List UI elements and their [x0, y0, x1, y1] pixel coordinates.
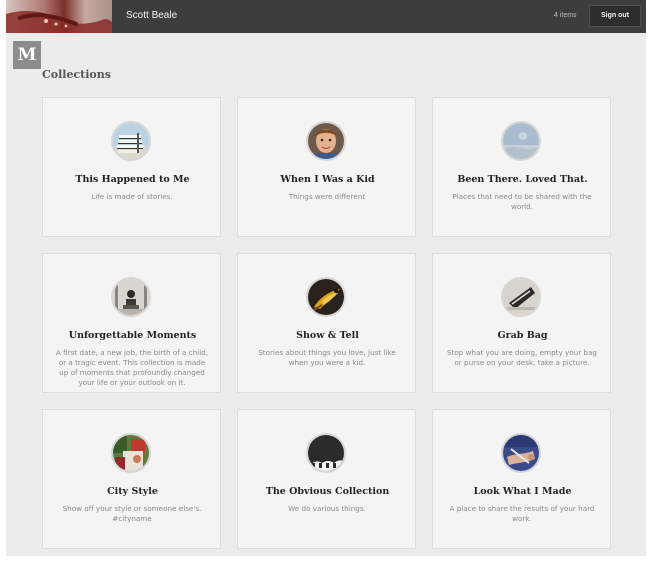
collection-description: Places that need to be shared with the w… — [452, 192, 592, 211]
collection-card[interactable]: Been There. Loved That. Places that need… — [432, 97, 611, 237]
collection-description: Show off your style or someone else's. #… — [62, 504, 202, 523]
page-title: Collections — [42, 68, 111, 81]
collection-title: This Happened to Me — [75, 174, 190, 185]
stacked-books-image — [111, 121, 151, 161]
collection-card[interactable]: City Style Show off your style or someon… — [42, 409, 221, 549]
collection-card[interactable]: Look What I Made A place to share the re… — [432, 409, 611, 549]
collection-title: City Style — [107, 486, 158, 497]
handmade-craft-image — [501, 433, 541, 473]
collection-title: Unforgettable Moments — [68, 330, 197, 341]
item-count: 4 items — [554, 12, 577, 19]
bag-contents-image — [501, 277, 541, 317]
collection-title: Look What I Made — [473, 486, 572, 497]
top-bar: Scott Beale 4 items Sign out — [6, 0, 646, 33]
header-cover-photo — [6, 0, 112, 33]
sign-out-button[interactable]: Sign out — [589, 5, 641, 27]
collection-description: Stories about things you love, just like… — [258, 348, 396, 367]
collection-card[interactable]: Show & Tell Stories about things you lov… — [237, 253, 416, 393]
collection-card[interactable]: This Happened to Me Life is made of stor… — [42, 97, 221, 237]
collection-description: We do various things. — [288, 504, 366, 513]
collection-card[interactable]: Grab Bag Stop what you are doing, empty … — [432, 253, 611, 393]
user-name: Scott Beale — [126, 10, 178, 21]
medium-logo[interactable]: M — [13, 41, 41, 69]
street-style-image — [111, 433, 151, 473]
collection-card[interactable]: When I Was a Kid Things were different — [237, 97, 416, 237]
monument-image — [111, 277, 151, 317]
obvious-logo-image — [306, 433, 346, 473]
collection-title: When I Was a Kid — [280, 174, 375, 185]
collection-description: Things were different — [288, 192, 366, 201]
child-portrait-image — [306, 121, 346, 161]
collection-title: The Obvious Collection — [265, 486, 390, 497]
sky-landscape-image — [501, 121, 541, 161]
app-window: Scott Beale 4 items Sign out M Collectio… — [6, 0, 646, 556]
collection-description: A place to share the results of your har… — [449, 504, 595, 523]
collection-description: Stop what you are doing, empty your bag … — [447, 348, 597, 367]
collection-card[interactable]: Unforgettable Moments A first date, a ne… — [42, 253, 221, 393]
collection-title: Show & Tell — [296, 330, 359, 341]
collection-title: Grab Bag — [497, 330, 548, 341]
collection-title: Been There. Loved That. — [457, 174, 588, 185]
collection-description: Life is made of stories. — [91, 192, 173, 201]
collection-description: A first date, a new job, the birth of a … — [55, 348, 209, 387]
bird-image — [306, 277, 346, 317]
collection-card[interactable]: The Obvious Collection We do various thi… — [237, 409, 416, 549]
